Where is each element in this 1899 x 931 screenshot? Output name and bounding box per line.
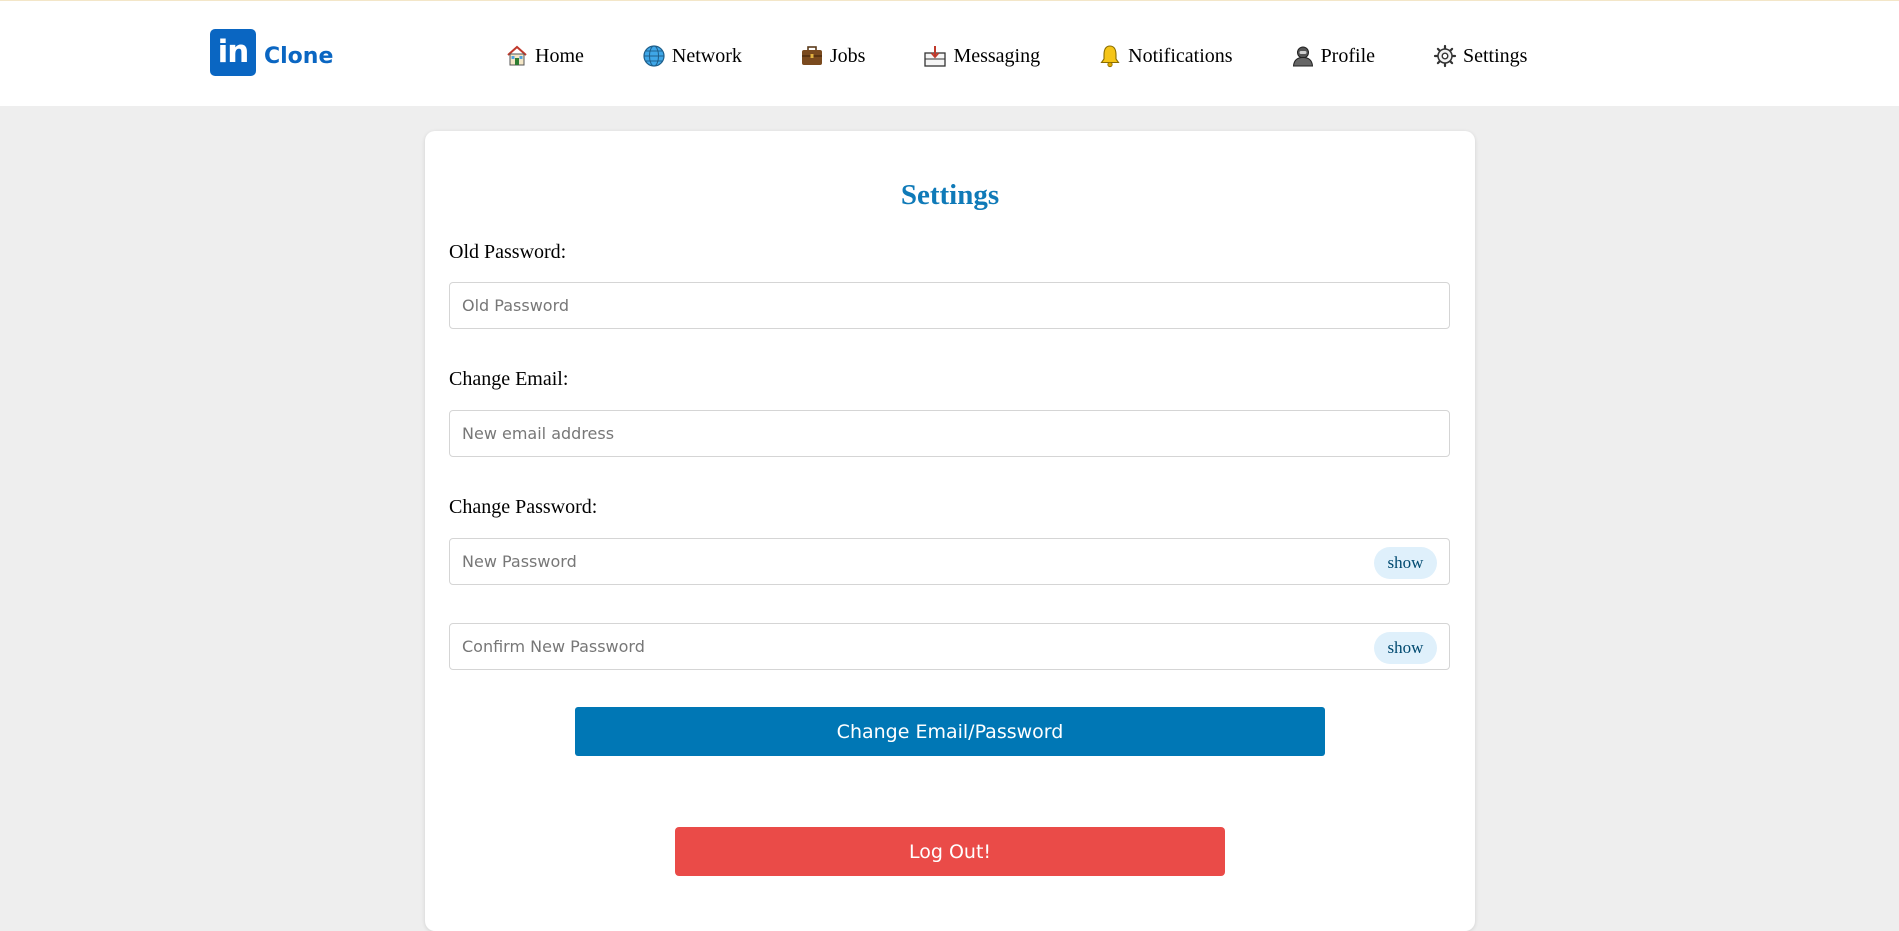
old-password-label: Old Password: [449,241,567,263]
nav-item-network[interactable]: Network [642,44,742,68]
bell-icon [1098,44,1122,68]
nav-item-jobs[interactable]: Jobs [800,44,866,68]
old-password-input[interactable] [450,283,1330,328]
nav-item-profile[interactable]: Profile [1291,44,1375,68]
nav-item-home[interactable]: Home [505,44,584,68]
new-email-input[interactable] [450,411,1330,456]
logout-button[interactable]: Log Out! [675,827,1225,876]
change-email-label: Change Email: [449,368,569,390]
user-icon [1291,44,1315,68]
gear-icon [1433,44,1457,68]
new-password-input[interactable] [450,539,1330,584]
change-email-password-button[interactable]: Change Email/Password [575,707,1325,756]
nav-item-label: Messaging [953,44,1041,67]
nav-item-notifications[interactable]: Notifications [1098,44,1233,68]
nav-item-label: Jobs [829,44,866,67]
old-password-field-wrapper [449,282,1450,329]
change-password-label: Change Password: [449,496,598,518]
house-icon [505,44,529,68]
nav-item-messaging[interactable]: Messaging [923,44,1040,68]
confirm-password-input[interactable] [450,624,1330,669]
brand-name: Clone [264,43,334,69]
inbox-icon [923,44,947,68]
brand-logo[interactable]: in Clone [210,28,333,76]
change-email-field-wrapper [449,410,1450,457]
nav-item-label: Home [535,44,584,67]
linkedin-logo-icon: in [210,28,256,76]
nav-item-settings[interactable]: Settings [1433,44,1527,68]
show-new-password-button[interactable]: show [1374,547,1437,579]
new-password-field-wrapper: show [449,538,1450,585]
show-confirm-password-button[interactable]: show [1374,632,1437,664]
confirm-password-field-wrapper: show [449,623,1450,670]
nav-item-label: Settings [1463,44,1528,67]
page-title: Settings [900,179,1000,211]
briefcase-icon [800,44,824,68]
top-navbar: in Clone Home Network Jobs Messaging Not… [0,0,1899,106]
settings-card: Settings Old Password: Change Email: Cha… [425,131,1475,931]
nav-item-label: Network [671,44,742,67]
nav-item-label: Profile [1320,44,1375,67]
main-nav: Home Network Jobs Messaging Notification… [505,41,1527,71]
globe-icon [642,44,666,68]
nav-item-label: Notifications [1128,44,1233,67]
